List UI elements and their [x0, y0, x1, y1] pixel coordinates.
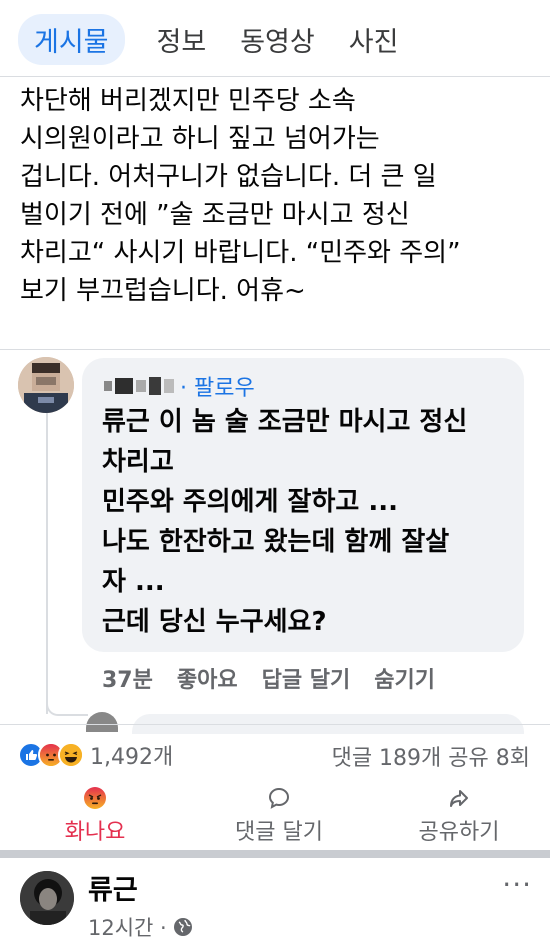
- next-post-time[interactable]: 12시간 ·: [88, 912, 167, 942]
- reactions-divider: [0, 724, 550, 725]
- share-button[interactable]: 공유하기: [384, 784, 534, 846]
- angry-button[interactable]: 화나요: [20, 784, 170, 846]
- tab-info[interactable]: 정보: [157, 20, 207, 59]
- reaction-summary[interactable]: 1,492개: [18, 738, 173, 772]
- tabs-divider: [0, 76, 550, 77]
- comment-line: 자 ...: [102, 567, 165, 597]
- post-line: 시의원이라고 하니 짚고 넘어가는: [20, 124, 380, 154]
- post-line: 보기 부끄럽습니다. 어휴~: [20, 276, 306, 306]
- comment-reply-button[interactable]: 답글 달기: [262, 662, 351, 694]
- post-line: 벌이기 전에 ”술 조금만 마시고 정신: [20, 200, 410, 230]
- post-body: 차단해 버리겠지만 민주당 소속 시의원이라고 하니 짚고 넘어가는 겁니다. …: [20, 82, 540, 310]
- angry-reaction-icon: [84, 787, 106, 809]
- post-line: 차리고“ 사시기 바랍니다. “민주와 주의”: [20, 238, 461, 268]
- comment-share-stats[interactable]: 댓글 189개 공유 8회: [332, 740, 530, 772]
- comment-actions: 37분 좋아요 답글 달기 숨기기: [102, 662, 459, 694]
- follow-button[interactable]: · 팔로우: [180, 370, 255, 402]
- angry-button-label: 화나요: [64, 820, 126, 845]
- next-post-avatar[interactable]: [20, 871, 74, 925]
- comment-line: 근데 당신 누구세요?: [102, 607, 327, 637]
- comment-line: 차리고: [102, 447, 174, 477]
- comment-like-button[interactable]: 좋아요: [177, 662, 238, 694]
- comment-time: 37분: [102, 668, 153, 693]
- comment-line: 나도 한잔하고 왔는데 함께 잘살: [102, 527, 450, 557]
- comment-icon: [268, 787, 290, 809]
- post-divider: [0, 349, 550, 350]
- comment-author-row: · 팔로우: [104, 368, 255, 404]
- comment-line: 민주와 주의에게 잘하고 ...: [102, 487, 398, 517]
- profile-tabs: 게시물 정보 동영상 사진: [0, 0, 550, 78]
- reply-avatar[interactable]: [86, 712, 118, 732]
- comment-button[interactable]: 댓글 달기: [204, 784, 354, 846]
- comment-button-label: 댓글 달기: [235, 820, 323, 845]
- comment-line: 류근 이 놈 술 조금만 마시고 정신: [102, 407, 468, 437]
- reaction-count: 1,492개: [90, 745, 174, 770]
- tab-videos[interactable]: 동영상: [240, 20, 315, 59]
- next-post-author[interactable]: 류근: [88, 868, 138, 907]
- thread-line: [46, 412, 48, 714]
- blurred-author-name[interactable]: [104, 377, 174, 395]
- post-line: 차단해 버리겠지만 민주당 소속: [20, 86, 356, 116]
- tab-photos[interactable]: 사진: [349, 20, 399, 59]
- comment-text: 류근 이 놈 술 조금만 마시고 정신 차리고 민주와 주의에게 잘하고 ...…: [102, 402, 512, 642]
- share-icon: [450, 790, 468, 807]
- globe-icon: [173, 918, 192, 936]
- post-action-bar: 화나요 댓글 달기 공유하기: [0, 784, 550, 846]
- haha-icon: [58, 742, 84, 768]
- next-post-meta: 12시간 ·: [88, 912, 193, 942]
- post-line: 겁니다. 어처구니가 없습니다. 더 큰 일: [20, 162, 437, 192]
- tab-posts[interactable]: 게시물: [18, 13, 125, 65]
- commenter-avatar[interactable]: [18, 357, 74, 413]
- share-button-label: 공유하기: [418, 820, 500, 845]
- more-options-button[interactable]: ···: [502, 868, 532, 901]
- thread-connector: [46, 686, 88, 716]
- post-separator: [0, 850, 550, 858]
- comment-hide-button[interactable]: 숨기기: [374, 662, 435, 694]
